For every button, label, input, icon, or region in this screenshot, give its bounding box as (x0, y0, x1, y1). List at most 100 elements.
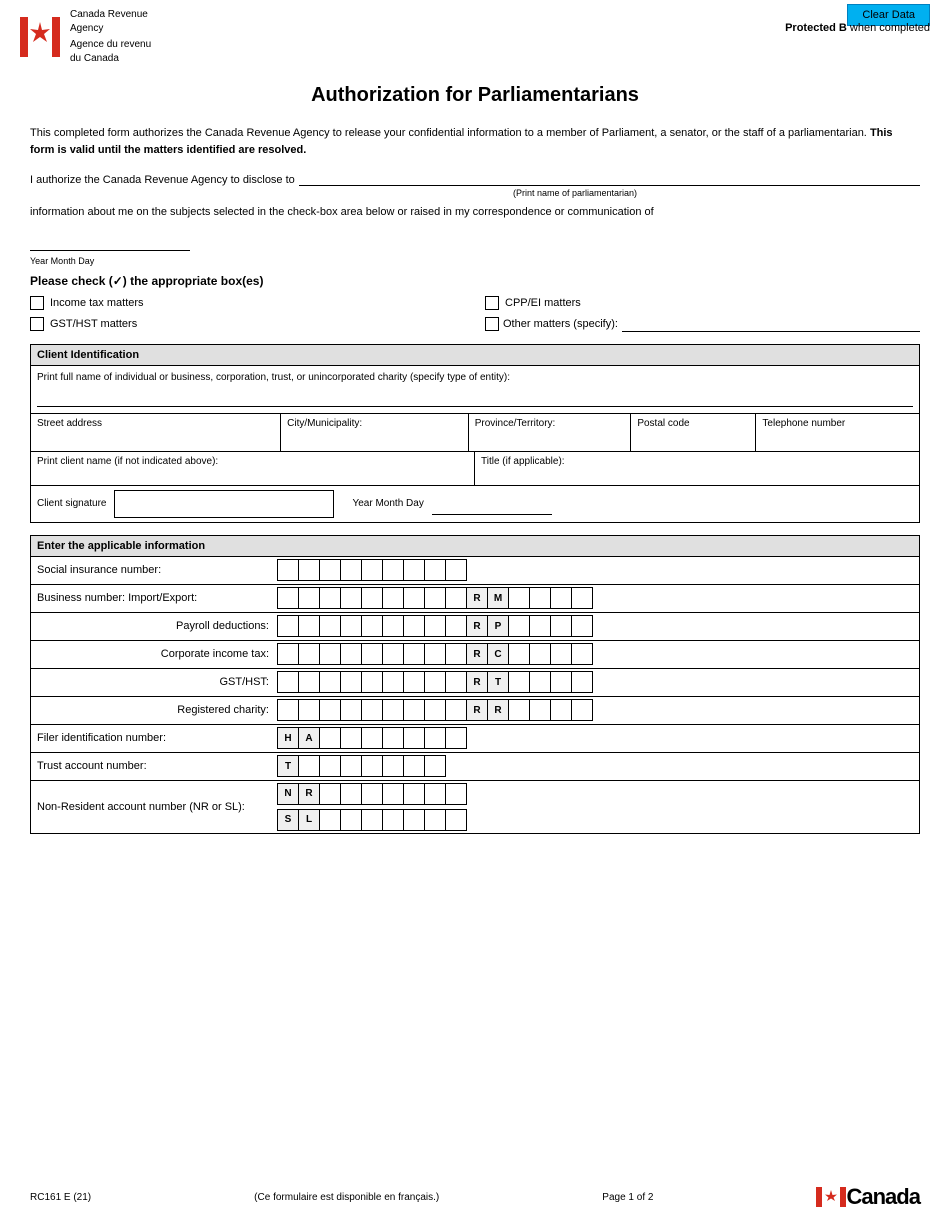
checkbox-income-tax[interactable]: Income tax matters (30, 296, 465, 310)
filer-cell-4[interactable] (382, 727, 404, 749)
street-address-field[interactable] (37, 429, 274, 447)
sin-cell-5[interactable] (361, 559, 383, 581)
province-field[interactable] (475, 429, 625, 447)
gst-extra-4[interactable] (571, 671, 593, 693)
charity-cell-8[interactable] (424, 699, 446, 721)
client-name-cell[interactable]: Print client name (if not indicated abov… (31, 452, 475, 485)
payroll-cell-1[interactable] (277, 615, 299, 637)
payroll-cell-2[interactable] (298, 615, 320, 637)
sin-cell-3[interactable] (319, 559, 341, 581)
payroll-cell-4[interactable] (340, 615, 362, 637)
sin-cell-4[interactable] (340, 559, 362, 581)
gst-hst-checkbox[interactable] (30, 317, 44, 331)
trust-cell-2[interactable] (319, 755, 341, 777)
corp-cell-7[interactable] (403, 643, 425, 665)
charity-cell-9[interactable] (445, 699, 467, 721)
charity-cell-5[interactable] (361, 699, 383, 721)
gst-cell-6[interactable] (382, 671, 404, 693)
nr-cell-4[interactable] (382, 783, 404, 805)
sin-cell-2[interactable] (298, 559, 320, 581)
nr-cell-5[interactable] (403, 783, 425, 805)
filer-cell-5[interactable] (403, 727, 425, 749)
sin-cell-9[interactable] (445, 559, 467, 581)
trust-cell-4[interactable] (361, 755, 383, 777)
gst-extra-1[interactable] (508, 671, 530, 693)
charity-cell-1[interactable] (277, 699, 299, 721)
filer-cell-2[interactable] (340, 727, 362, 749)
postal-code-field[interactable] (637, 429, 749, 447)
postal-code-cell[interactable]: Postal code (631, 414, 756, 451)
telephone-field[interactable] (762, 429, 913, 447)
corp-extra-4[interactable] (571, 643, 593, 665)
street-address-cell[interactable]: Street address (31, 414, 281, 451)
gst-cell-1[interactable] (277, 671, 299, 693)
gst-cell-7[interactable] (403, 671, 425, 693)
charity-cell-7[interactable] (403, 699, 425, 721)
sl-cell-4[interactable] (382, 809, 404, 831)
gst-cell-2[interactable] (298, 671, 320, 693)
bn-cell-3[interactable] (319, 587, 341, 609)
gst-cell-4[interactable] (340, 671, 362, 693)
gst-cell-8[interactable] (424, 671, 446, 693)
nr-cell-3[interactable] (361, 783, 383, 805)
sl-cell-5[interactable] (403, 809, 425, 831)
gst-extra-3[interactable] (550, 671, 572, 693)
client-name-field[interactable] (37, 467, 468, 481)
gst-cell-9[interactable] (445, 671, 467, 693)
other-checkbox[interactable] (485, 317, 499, 331)
payroll-cell-6[interactable] (382, 615, 404, 637)
charity-cell-6[interactable] (382, 699, 404, 721)
corp-cell-5[interactable] (361, 643, 383, 665)
bn-cell-2[interactable] (298, 587, 320, 609)
title-field[interactable] (481, 467, 913, 481)
sin-cell-7[interactable] (403, 559, 425, 581)
telephone-cell[interactable]: Telephone number (756, 414, 919, 451)
corp-cell-4[interactable] (340, 643, 362, 665)
bn-extra-3[interactable] (550, 587, 572, 609)
payroll-cell-8[interactable] (424, 615, 446, 637)
sl-cell-2[interactable] (340, 809, 362, 831)
province-cell[interactable]: Province/Territory: (469, 414, 632, 451)
sl-cell-6[interactable] (424, 809, 446, 831)
trust-cell-7[interactable] (424, 755, 446, 777)
sl-cell-1[interactable] (319, 809, 341, 831)
bn-cell-5[interactable] (361, 587, 383, 609)
payroll-cell-3[interactable] (319, 615, 341, 637)
charity-cell-2[interactable] (298, 699, 320, 721)
sin-cell-1[interactable] (277, 559, 299, 581)
filer-cell-7[interactable] (445, 727, 467, 749)
corp-extra-3[interactable] (550, 643, 572, 665)
charity-cell-3[interactable] (319, 699, 341, 721)
gst-extra-2[interactable] (529, 671, 551, 693)
charity-cell-4[interactable] (340, 699, 362, 721)
corp-cell-9[interactable] (445, 643, 467, 665)
payroll-extra-1[interactable] (508, 615, 530, 637)
payroll-extra-4[interactable] (571, 615, 593, 637)
sin-cell-6[interactable] (382, 559, 404, 581)
bn-cell-4[interactable] (340, 587, 362, 609)
city-field[interactable] (287, 429, 462, 447)
bn-extra-1[interactable] (508, 587, 530, 609)
checkbox-gst-hst[interactable]: GST/HST matters (30, 316, 465, 332)
parliamentarian-name-field[interactable] (299, 170, 920, 186)
corp-cell-8[interactable] (424, 643, 446, 665)
sig-date-field[interactable] (432, 493, 552, 515)
corp-extra-2[interactable] (529, 643, 551, 665)
checkbox-cpp-ei[interactable]: CPP/EI matters (485, 296, 920, 310)
bn-cell-6[interactable] (382, 587, 404, 609)
corp-cell-2[interactable] (298, 643, 320, 665)
bn-cell-9[interactable] (445, 587, 467, 609)
trust-cell-1[interactable] (298, 755, 320, 777)
corp-cell-6[interactable] (382, 643, 404, 665)
filer-cell-3[interactable] (361, 727, 383, 749)
bn-cell-1[interactable] (277, 587, 299, 609)
other-specify-field[interactable] (622, 316, 920, 332)
charity-extra-4[interactable] (571, 699, 593, 721)
title-cell[interactable]: Title (if applicable): (475, 452, 919, 485)
payroll-cell-5[interactable] (361, 615, 383, 637)
filer-cell-1[interactable] (319, 727, 341, 749)
nr-cell-2[interactable] (340, 783, 362, 805)
cpp-ei-checkbox[interactable] (485, 296, 499, 310)
charity-extra-3[interactable] (550, 699, 572, 721)
city-cell[interactable]: City/Municipality: (281, 414, 469, 451)
